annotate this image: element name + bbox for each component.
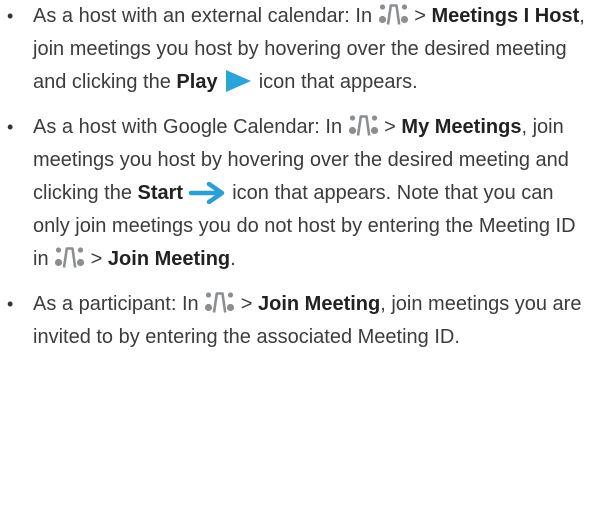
- list-item: • As a host with Google Calendar: In > M…: [0, 111, 587, 276]
- bullet-dot: •: [7, 6, 14, 26]
- play-label: Play: [176, 71, 218, 93]
- play-icon: [223, 69, 253, 93]
- app-logo-icon: [204, 290, 235, 315]
- menu-path-meetings-i-host: Meetings I Host: [431, 5, 580, 27]
- document-body: • As a host with an external calendar: I…: [0, 0, 605, 505]
- item-text: .: [230, 248, 236, 270]
- list-item: • As a host with an external calendar: I…: [0, 0, 587, 99]
- item-text: icon that appears.: [253, 71, 418, 93]
- menu-path-join-meeting: Join Meeting: [107, 248, 231, 270]
- item-text: >: [408, 5, 432, 27]
- item-text: >: [235, 293, 258, 315]
- bullet-dot: •: [7, 117, 14, 137]
- start-label: Start: [137, 182, 184, 204]
- app-logo-icon: [54, 245, 85, 270]
- arrow-right-icon: [188, 181, 227, 205]
- menu-path-join-meeting: Join Meeting: [258, 293, 381, 315]
- instruction-list: • As a host with an external calendar: I…: [0, 0, 587, 354]
- item-text: As a host with Google Calendar: In: [33, 116, 348, 138]
- item-text: As a participant: In: [33, 293, 205, 315]
- item-text: As a host with an external calendar: In: [33, 5, 378, 27]
- bullet-dot: •: [7, 294, 14, 314]
- item-text: >: [85, 248, 108, 270]
- app-logo-icon: [348, 113, 379, 138]
- app-logo-icon: [378, 2, 409, 27]
- item-text: >: [378, 116, 402, 138]
- list-item: • As a participant: In > Join Meeting, j…: [0, 288, 587, 354]
- menu-path-my-meetings: My Meetings: [401, 116, 522, 138]
